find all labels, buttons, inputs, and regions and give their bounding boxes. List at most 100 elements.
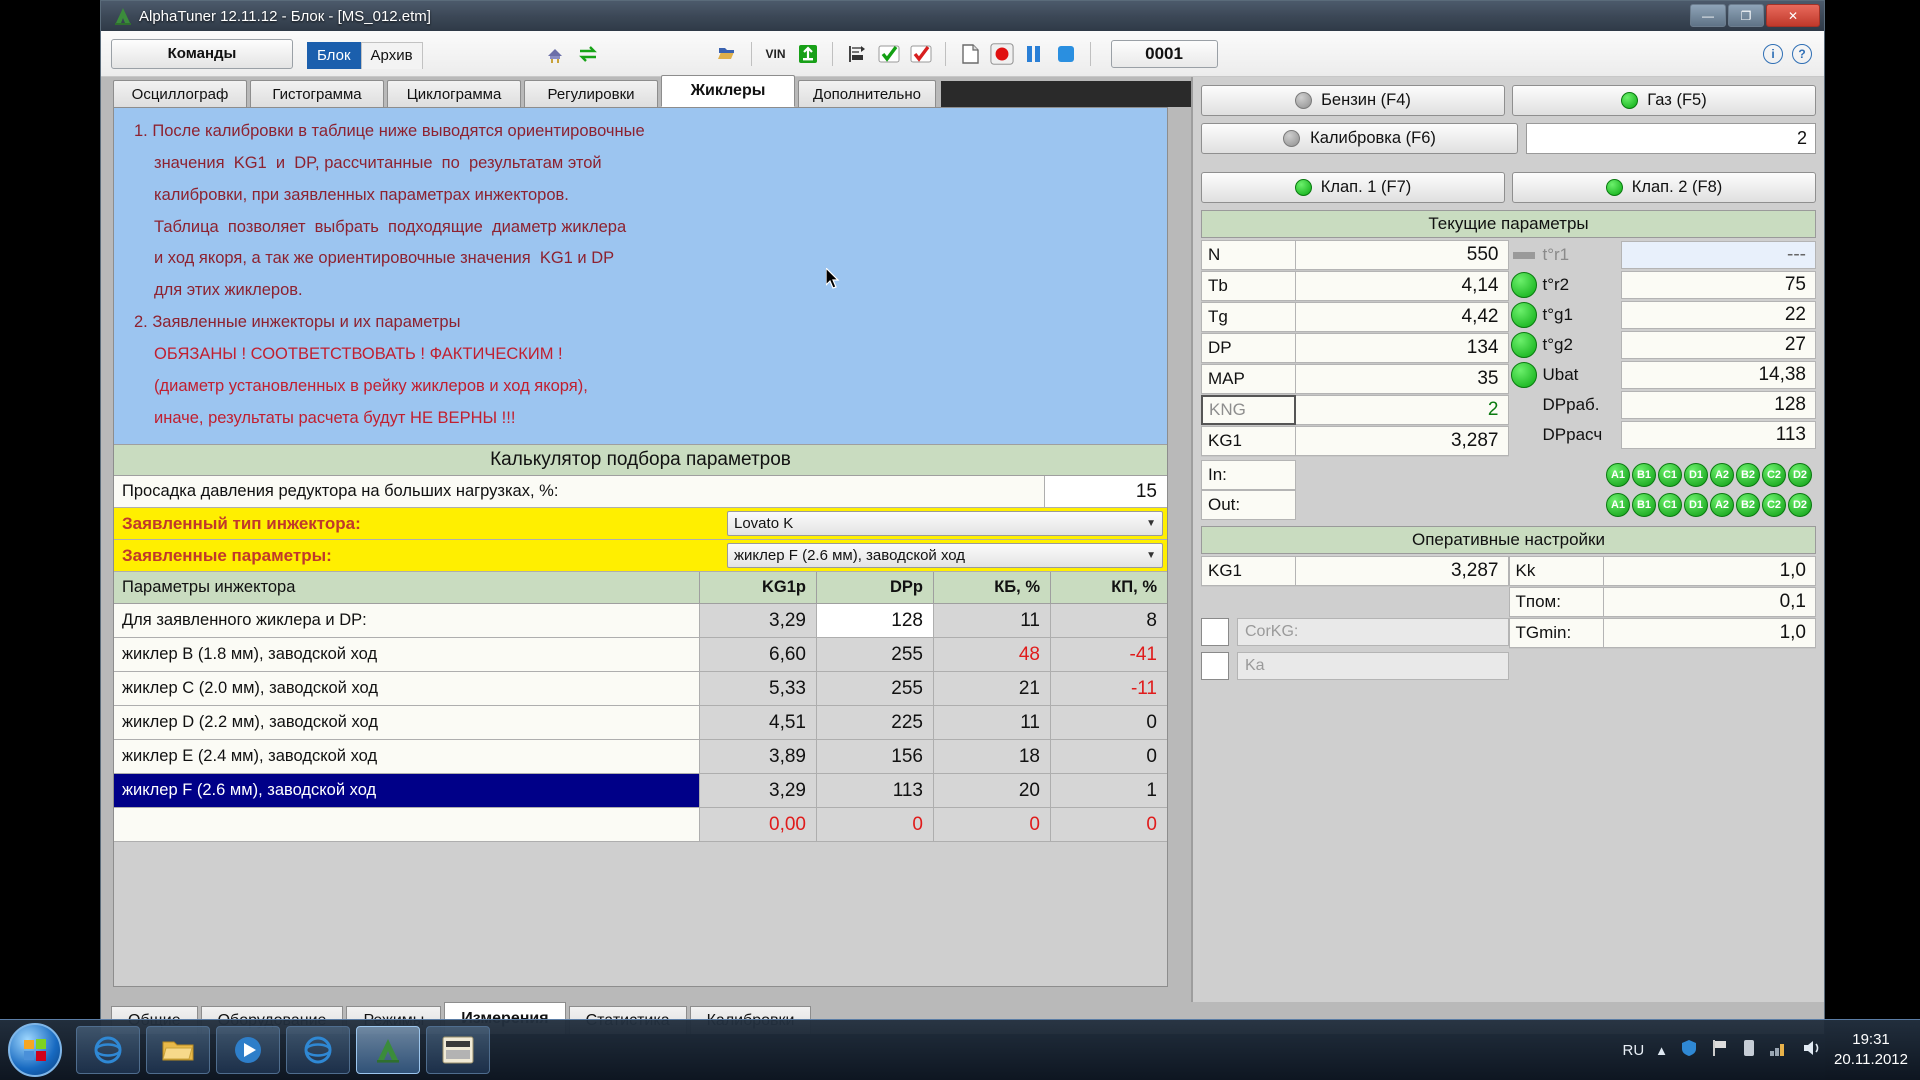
table-row[interactable]: жиклер B (1.8 мм), заводской ход 6,60 25…: [114, 638, 1167, 673]
param-key: N: [1201, 240, 1296, 270]
tab-adjustments[interactable]: Регулировки: [524, 80, 658, 107]
tab-archive[interactable]: Архив: [360, 41, 423, 69]
tab-cyclogram[interactable]: Циклограмма: [387, 80, 521, 107]
injector-params-row: Заявленные параметры: жиклер F (2.6 мм),…: [114, 540, 1167, 573]
start-button[interactable]: [8, 1023, 62, 1077]
tray-device-icon[interactable]: [1741, 1038, 1757, 1063]
operative-value[interactable]: 0,1: [1603, 587, 1816, 617]
tray-flag-icon[interactable]: [1710, 1038, 1730, 1063]
minimize-button[interactable]: —: [1690, 4, 1726, 27]
out-badge: C1: [1658, 493, 1682, 517]
petrol-button[interactable]: Бензин (F4): [1201, 85, 1505, 116]
valve2-button[interactable]: Клап. 2 (F8): [1512, 172, 1816, 203]
report-icon[interactable]: [845, 42, 869, 66]
table-row[interactable]: жиклер E (2.4 мм), заводской ход 3,89 15…: [114, 740, 1167, 775]
row-label: жиклер E (2.4 мм), заводской ход: [122, 747, 378, 766]
cell-dpp[interactable]: 128: [816, 604, 933, 638]
screen: AlphaTuner 12.11.12 - Блок - [MS_012.etm…: [0, 0, 1920, 1080]
operative-value[interactable]: 1,0: [1603, 618, 1816, 648]
taskbar-clock[interactable]: 19:31 20.11.2012: [1834, 1030, 1908, 1071]
temp-row: t°g2 27: [1509, 330, 1816, 360]
toolbar-icon-group-1: [543, 42, 600, 66]
calibration-value: 2: [1526, 123, 1816, 154]
transfer-icon[interactable]: [796, 42, 820, 66]
window-body: Осциллограф Гистограмма Циклограмма Регу…: [101, 75, 1824, 1002]
param-value: 134: [1296, 333, 1509, 363]
new-file-icon[interactable]: [958, 42, 982, 66]
toolbar-separator: [750, 41, 752, 66]
tab-block[interactable]: Блок: [307, 41, 361, 69]
tab-nozzles[interactable]: Жиклеры: [661, 75, 795, 107]
operative-settings-title: Оперативные настройки: [1201, 526, 1816, 554]
table-row[interactable]: жиклер C (2.0 мм), заводской ход 5,33 25…: [114, 672, 1167, 707]
maximize-button[interactable]: ❐: [1728, 4, 1764, 27]
check-red-icon[interactable]: [909, 42, 933, 66]
table-row-selected[interactable]: жиклер F (2.6 мм), заводской ход 3,29 11…: [114, 774, 1167, 809]
taskbar-media-player-icon[interactable]: [216, 1026, 280, 1074]
cell-kp: 0: [1050, 706, 1167, 740]
cell-kg1p: 6,60: [699, 638, 816, 672]
close-button[interactable]: ✕: [1766, 4, 1820, 27]
table-row[interactable]: 0,00 0 0 0: [114, 808, 1167, 843]
temp-row: t°r1 ---: [1509, 240, 1816, 270]
operative-value[interactable]: 3,287: [1296, 556, 1509, 586]
petrol-label: Бензин (F4): [1321, 91, 1411, 109]
column-header-kg1p: KG1p: [699, 572, 816, 604]
out-badge: D1: [1684, 493, 1708, 517]
counter-display: 0001: [1110, 39, 1218, 68]
table-row[interactable]: Для заявленного жиклера и DP: 3,29 128 1…: [114, 604, 1167, 639]
commands-button[interactable]: Команды: [111, 38, 293, 69]
tray-volume-icon[interactable]: [1801, 1038, 1823, 1063]
tray-network-icon[interactable]: [1768, 1038, 1790, 1063]
valve1-button[interactable]: Клап. 1 (F7): [1201, 172, 1505, 203]
help-icon[interactable]: ?: [1792, 43, 1812, 64]
param-row: MAP 35: [1201, 364, 1509, 395]
tab-oscilloscope[interactable]: Осциллограф: [113, 80, 247, 107]
injector-params-select[interactable]: жиклер F (2.6 мм), заводской ход ▼: [727, 543, 1163, 569]
operative-value[interactable]: 1,0: [1603, 556, 1816, 586]
t-g2-led-icon: [1509, 330, 1539, 360]
pressure-drop-label: Просадка давления редуктора на больших н…: [122, 482, 559, 501]
open-folder-icon[interactable]: [715, 42, 739, 66]
language-indicator[interactable]: RU: [1622, 1042, 1644, 1059]
calibration-button[interactable]: Калибровка (F6): [1201, 123, 1518, 154]
param-row-kng: KNG 2: [1201, 395, 1509, 426]
in-badge: D1: [1684, 463, 1708, 487]
left-pane: Осциллограф Гистограмма Циклограмма Регу…: [101, 75, 1191, 1002]
taskbar-browser-icon[interactable]: [76, 1026, 140, 1074]
ka-checkbox[interactable]: [1201, 652, 1229, 680]
instruction-line: 2. Заявленные инжекторы и их параметры: [134, 313, 461, 332]
taskbar-alphatuner-icon[interactable]: [356, 1026, 420, 1074]
gas-button[interactable]: Газ (F5): [1512, 85, 1816, 116]
tray-shield-icon[interactable]: [1679, 1038, 1699, 1063]
temp-value: 22: [1620, 301, 1816, 329]
temp-row: t°r2 75: [1509, 270, 1816, 300]
tray-expand-icon[interactable]: ▲: [1655, 1043, 1668, 1058]
sync-exchange-icon[interactable]: [576, 42, 600, 66]
taskbar-app-icon[interactable]: [426, 1026, 490, 1074]
record-button-icon[interactable]: [990, 42, 1014, 66]
instruction-line: для этих жиклеров.: [154, 281, 303, 300]
taskbar-explorer-icon[interactable]: [146, 1026, 210, 1074]
injector-type-select[interactable]: Lovato K ▼: [727, 511, 1163, 537]
param-key: Tg: [1201, 302, 1296, 332]
vin-icon[interactable]: VIN: [764, 42, 788, 66]
info-icon[interactable]: i: [1763, 43, 1783, 64]
source-tabs: Блок Архив: [307, 39, 423, 69]
tab-additional[interactable]: Дополнительно: [798, 80, 936, 107]
taskbar-ie-icon[interactable]: [286, 1026, 350, 1074]
param-key: KG1: [1201, 426, 1296, 456]
pressure-drop-input[interactable]: 15: [1044, 476, 1167, 508]
corkg-checkbox[interactable]: [1201, 618, 1229, 646]
tab-histogram[interactable]: Гистограмма: [250, 80, 384, 107]
toolbar-right-group: i ?: [1763, 43, 1812, 64]
instruction-line: (диаметр установленных в рейку жиклеров …: [154, 376, 588, 395]
row-label: жиклер D (2.2 мм), заводской ход: [122, 713, 378, 732]
connect-ecu-icon[interactable]: [543, 42, 567, 66]
check-green-icon[interactable]: [877, 42, 901, 66]
temp-key: t°g2: [1542, 335, 1573, 354]
table-row[interactable]: жиклер D (2.2 мм), заводской ход 4,51 22…: [114, 706, 1167, 741]
stop-button-icon[interactable]: [1054, 42, 1078, 66]
pause-button-icon[interactable]: [1022, 42, 1046, 66]
out-badge: D2: [1788, 493, 1812, 517]
